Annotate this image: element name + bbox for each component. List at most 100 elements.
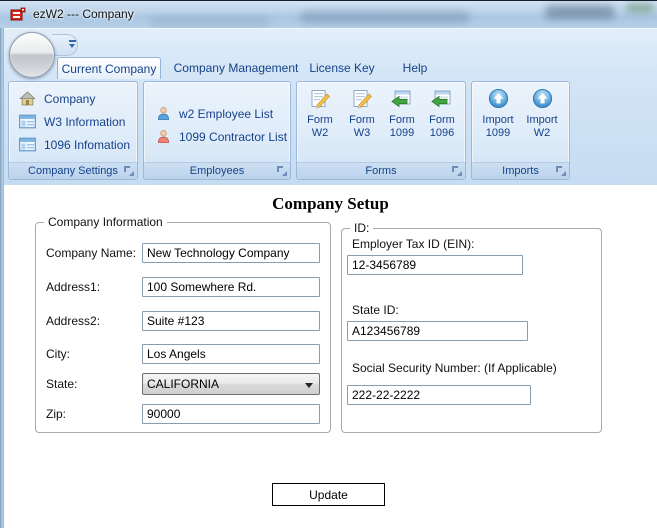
- window-left-border: [0, 28, 4, 528]
- group-company-settings: Company W3 Information 1096 Infomation C…: [8, 81, 138, 180]
- id-groupbox: ID: Employer Tax ID (EIN): State ID: Soc…: [341, 221, 602, 433]
- button-import-1099[interactable]: Import 1099: [477, 88, 519, 140]
- address2-row: Address2:: [46, 311, 320, 331]
- glass-blur-decoration: [150, 17, 270, 27]
- zip-label: Zip:: [46, 407, 67, 421]
- form-grid-icon: [19, 114, 36, 129]
- company-information-legend: Company Information: [44, 215, 167, 229]
- ribbon-item-label: W3 Information: [44, 114, 126, 129]
- dialog-launcher-icon[interactable]: [452, 166, 462, 176]
- glass-blur-decoration: [300, 11, 470, 23]
- tab-help[interactable]: Help: [393, 57, 437, 79]
- application-orb-button[interactable]: [9, 32, 55, 78]
- button-label-line2: 1096: [429, 127, 455, 139]
- state-id-field[interactable]: [347, 321, 528, 341]
- edit-form-icon: [353, 90, 372, 109]
- ribbon-item-label: w2 Employee List: [179, 106, 274, 121]
- button-label-line1: Form: [389, 114, 415, 126]
- house-icon: [19, 91, 36, 106]
- update-button[interactable]: Update: [272, 483, 385, 506]
- button-form-1096[interactable]: Form 1096: [421, 89, 463, 140]
- ribbon-item-1096-infomation[interactable]: 1096 Infomation: [19, 137, 130, 152]
- address1-label: Address1:: [46, 280, 101, 294]
- button-form-w2[interactable]: Form W2: [299, 89, 341, 140]
- button-label-line2: W3: [353, 127, 371, 139]
- button-label-line1: Form: [307, 114, 333, 126]
- button-label-line1: Import: [526, 114, 558, 126]
- ribbon-item-label: 1099 Contractor List: [179, 129, 288, 144]
- tab-current-company[interactable]: Current Company: [57, 57, 161, 79]
- address2-label: Address2:: [46, 314, 101, 328]
- city-row: City:: [46, 344, 320, 364]
- form-grid-icon: [19, 137, 36, 152]
- group-label-forms: Forms: [297, 162, 465, 179]
- dialog-launcher-icon[interactable]: [277, 166, 287, 176]
- zip-field[interactable]: [142, 404, 320, 424]
- button-label-line1: Form: [429, 114, 455, 126]
- button-form-1099[interactable]: Form 1099: [381, 89, 423, 140]
- title-bar[interactable]: ezW2 --- Company: [0, 0, 657, 28]
- button-import-w2[interactable]: Import W2: [521, 88, 563, 140]
- state-selected-value: CALIFORNIA: [147, 377, 220, 391]
- person-blue-icon: [158, 107, 169, 120]
- ribbon-tab-row: Current Company Company Management Licen…: [0, 57, 657, 79]
- ribbon: Current Company Company Management Licen…: [0, 28, 657, 185]
- group-label-company-settings: Company Settings: [9, 162, 137, 179]
- ssn-label: Social Security Number: (If Applicable): [352, 361, 557, 375]
- company-information-groupbox: Company Information Company Name: Addres…: [35, 215, 331, 433]
- tab-license-key[interactable]: License Key: [303, 57, 381, 79]
- chevron-down-icon: [305, 383, 313, 388]
- glass-blur-decoration: [625, 3, 655, 13]
- import-icon: [488, 88, 508, 109]
- ein-field[interactable]: [347, 255, 523, 275]
- dialog-launcher-icon[interactable]: [556, 166, 566, 176]
- city-label: City:: [46, 347, 70, 361]
- button-label-line2: W2: [311, 127, 329, 139]
- tab-company-management[interactable]: Company Management: [172, 57, 300, 79]
- edit-form-icon: [311, 90, 330, 109]
- state-select[interactable]: CALIFORNIA: [142, 373, 320, 395]
- page-title: Company Setup: [272, 194, 389, 213]
- button-form-w3[interactable]: Form W3: [341, 89, 383, 140]
- company-name-row: Company Name:: [46, 243, 320, 263]
- ribbon-item-1099-contractor-list[interactable]: 1099 Contractor List: [156, 129, 287, 144]
- quick-access-dropdown-icon[interactable]: [68, 40, 77, 50]
- ribbon-item-label: Company: [44, 91, 96, 106]
- import-icon: [532, 88, 552, 109]
- ezw2-app-icon: [10, 7, 26, 21]
- state-row: State: CALIFORNIA: [46, 373, 320, 395]
- group-label-imports: Imports: [472, 162, 569, 179]
- ribbon-item-company[interactable]: Company: [19, 91, 95, 106]
- ribbon-item-label: 1096 Infomation: [44, 137, 131, 152]
- id-legend: ID:: [350, 221, 374, 235]
- address2-field[interactable]: [142, 311, 320, 331]
- button-label-line2: 1099: [389, 127, 415, 139]
- button-label-line2: 1099: [485, 127, 511, 139]
- ssn-field[interactable]: [347, 385, 531, 405]
- button-label-line1: Form: [349, 114, 375, 126]
- window-title: ezW2 --- Company: [33, 7, 134, 21]
- company-name-field[interactable]: [142, 243, 320, 263]
- ribbon-item-w3-information[interactable]: W3 Information: [19, 114, 125, 129]
- main-content: Company Setup Company Information Compan…: [4, 185, 657, 528]
- table-arrow-icon: [391, 90, 411, 108]
- dialog-launcher-icon[interactable]: [124, 166, 134, 176]
- ein-label: Employer Tax ID (EIN):: [352, 237, 475, 251]
- button-label-line1: Import: [482, 114, 514, 126]
- city-field[interactable]: [142, 344, 320, 364]
- group-employees: w2 Employee List 1099 Contractor List Em…: [143, 81, 291, 180]
- table-arrow-icon: [431, 90, 451, 108]
- address1-row: Address1:: [46, 277, 320, 297]
- ribbon-groups: Company W3 Information 1096 Infomation C…: [0, 79, 657, 182]
- ribbon-item-w2-employee-list[interactable]: w2 Employee List: [156, 106, 273, 121]
- app-window: ezW2 --- Company Current Company Company…: [0, 0, 657, 528]
- group-label-employees: Employees: [144, 162, 290, 179]
- group-forms: Form W2 Form W3 Form 1099 Form 1096 Form…: [296, 81, 466, 180]
- address1-field[interactable]: [142, 277, 320, 297]
- company-name-label: Company Name:: [46, 246, 137, 260]
- zip-row: Zip:: [46, 404, 320, 424]
- person-red-icon: [158, 130, 169, 143]
- button-label-line2: W2: [533, 127, 551, 139]
- state-id-label: State ID:: [352, 303, 399, 317]
- group-imports: Import 1099 Import W2 Imports: [471, 81, 570, 180]
